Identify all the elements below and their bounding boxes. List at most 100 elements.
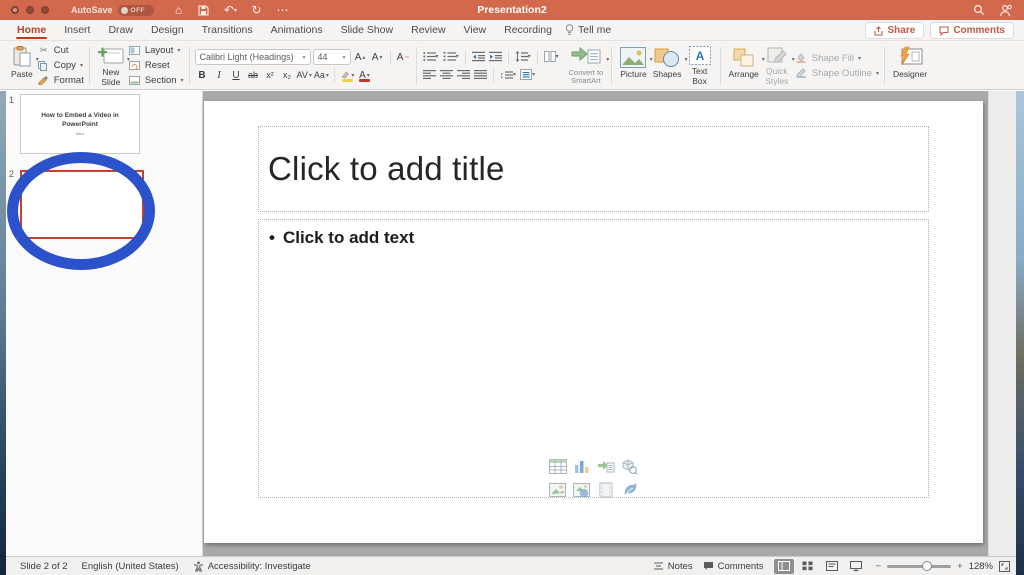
- character-spacing-button[interactable]: AV▾: [297, 68, 312, 82]
- insert-stock-image-icon[interactable]: [573, 481, 591, 498]
- change-case-button[interactable]: Aa▾: [314, 68, 329, 82]
- section-button[interactable]: Section ▾: [129, 73, 184, 87]
- insert-picture-icon[interactable]: [549, 481, 567, 498]
- accessibility-status[interactable]: Accessibility: Investigate: [193, 561, 311, 572]
- highlight-color-button[interactable]: ▾: [340, 68, 355, 82]
- font-name-select[interactable]: Calibri Light (Headings) ▾: [195, 49, 311, 65]
- zoom-slider[interactable]: [887, 565, 951, 568]
- format-painter-button[interactable]: Format: [38, 73, 84, 87]
- notes-button[interactable]: Notes: [653, 561, 693, 572]
- align-left-button[interactable]: [422, 68, 437, 82]
- tab-slide-show[interactable]: Slide Show: [332, 20, 403, 40]
- close-window-button[interactable]: [11, 6, 19, 14]
- arrange-button[interactable]: ▾ Arrange: [726, 44, 762, 87]
- strikethrough-button[interactable]: ab: [246, 68, 261, 82]
- insert-table-icon[interactable]: [549, 458, 567, 475]
- reading-view-button[interactable]: [822, 559, 842, 574]
- normal-view-button[interactable]: [774, 559, 794, 574]
- decrease-font-size-button[interactable]: A▾: [370, 50, 385, 64]
- title-placeholder[interactable]: Click to add title: [258, 126, 929, 212]
- underline-button[interactable]: U: [229, 68, 244, 82]
- text-direction-button[interactable]: ↕ ▾: [499, 68, 518, 82]
- home-icon[interactable]: ⌂: [172, 4, 186, 16]
- undo-button[interactable]: ↶▾: [224, 4, 238, 16]
- autosave-toggle[interactable]: AutoSave OFF: [71, 5, 154, 16]
- zoom-slider-knob[interactable]: [922, 561, 932, 571]
- account-icon[interactable]: [999, 4, 1012, 17]
- cut-button[interactable]: ✂ Cut: [38, 44, 84, 58]
- statusbar-comments-button[interactable]: Comments: [703, 561, 764, 572]
- more-commands-icon[interactable]: ⋯: [276, 4, 290, 16]
- annotation-circle: [7, 152, 155, 270]
- fit-to-window-icon[interactable]: [999, 561, 1010, 572]
- language-indicator[interactable]: English (United States): [82, 561, 179, 572]
- insert-icon-icon[interactable]: [621, 481, 639, 498]
- paste-button[interactable]: ▾ Paste: [8, 44, 36, 87]
- search-icon[interactable]: [973, 4, 985, 16]
- layout-button[interactable]: Layout ▾: [129, 44, 184, 58]
- slide-sorter-view-button[interactable]: [798, 559, 818, 574]
- slide-editor[interactable]: Click to add title • Click to add text: [204, 101, 983, 543]
- text-box-button[interactable]: A Text Box: [685, 44, 715, 87]
- line-spacing-button[interactable]: ▾: [514, 50, 532, 64]
- reset-button[interactable]: Reset: [129, 59, 184, 73]
- designer-button[interactable]: Designer: [890, 44, 930, 87]
- font-color-button[interactable]: A ▾: [357, 68, 372, 82]
- align-text-button[interactable]: ▾: [519, 68, 536, 82]
- italic-button[interactable]: I: [212, 68, 227, 82]
- tab-review[interactable]: Review: [402, 20, 454, 40]
- tab-recording[interactable]: Recording: [495, 20, 561, 40]
- increase-font-size-button[interactable]: A▴: [353, 50, 368, 64]
- bold-button[interactable]: B: [195, 68, 210, 82]
- shapes-button[interactable]: ▾ Shapes: [650, 44, 685, 87]
- insert-chart-icon[interactable]: [573, 458, 591, 475]
- tab-insert[interactable]: Insert: [55, 20, 99, 40]
- subscript-button[interactable]: x₂: [280, 68, 295, 82]
- tell-me-button[interactable]: Tell me: [565, 24, 611, 36]
- vertical-scrollbar[interactable]: [988, 91, 1016, 556]
- increase-indent-button[interactable]: [488, 50, 503, 64]
- font-size-select[interactable]: 44 ▾: [313, 49, 351, 65]
- quick-styles-button[interactable]: ▾ Quick Styles: [762, 44, 792, 87]
- share-button[interactable]: Share: [865, 22, 925, 39]
- redo-button[interactable]: ↻: [250, 4, 264, 16]
- comments-button[interactable]: Comments: [930, 22, 1014, 39]
- superscript-button[interactable]: x²: [263, 68, 278, 82]
- tab-design[interactable]: Design: [142, 20, 193, 40]
- bullets-button[interactable]: ▾: [422, 50, 440, 64]
- body-placeholder[interactable]: • Click to add text: [258, 219, 929, 498]
- columns-button[interactable]: ▾: [543, 50, 560, 64]
- tab-transitions[interactable]: Transitions: [193, 20, 262, 40]
- tab-draw[interactable]: Draw: [99, 20, 142, 40]
- tab-view[interactable]: View: [455, 20, 496, 40]
- copy-button[interactable]: Copy ▾: [38, 59, 84, 73]
- picture-button[interactable]: ▾ Picture: [617, 44, 649, 87]
- zoom-window-button[interactable]: [41, 6, 49, 14]
- numbering-button[interactable]: ▾: [442, 50, 460, 64]
- insert-3d-model-icon[interactable]: [621, 458, 639, 475]
- justify-button[interactable]: [473, 68, 488, 82]
- slide-number-indicator[interactable]: Slide 2 of 2: [20, 561, 68, 572]
- section-icon: [129, 76, 141, 85]
- slide-show-button[interactable]: [846, 559, 866, 574]
- new-slide-button[interactable]: ▾ New Slide: [95, 44, 127, 87]
- decrease-indent-button[interactable]: [471, 50, 486, 64]
- align-right-icon: [457, 69, 470, 80]
- zoom-in-button[interactable]: +: [957, 561, 963, 572]
- slide1-thumbnail[interactable]: How to Embed a Video in PowerPoint Intro: [20, 94, 140, 154]
- align-right-button[interactable]: [456, 68, 471, 82]
- zoom-level[interactable]: 128%: [969, 561, 993, 572]
- convert-to-smartart-button[interactable]: ▾ Convert to SmartArt: [566, 44, 607, 87]
- insert-smartart-icon[interactable]: [597, 458, 615, 475]
- minimize-window-button[interactable]: [26, 6, 34, 14]
- tab-animations[interactable]: Animations: [262, 20, 332, 40]
- zoom-out-button[interactable]: −: [876, 561, 882, 572]
- insert-video-icon[interactable]: [597, 481, 615, 498]
- shape-fill-button[interactable]: Shape Fill ▾: [796, 51, 879, 65]
- autosave-switch[interactable]: OFF: [118, 5, 154, 16]
- shape-outline-button[interactable]: Shape Outline ▾: [796, 66, 879, 80]
- align-center-button[interactable]: [439, 68, 454, 82]
- save-icon[interactable]: [198, 5, 212, 16]
- tab-home[interactable]: Home: [8, 20, 55, 40]
- clear-formatting-button[interactable]: A✂: [396, 50, 411, 64]
